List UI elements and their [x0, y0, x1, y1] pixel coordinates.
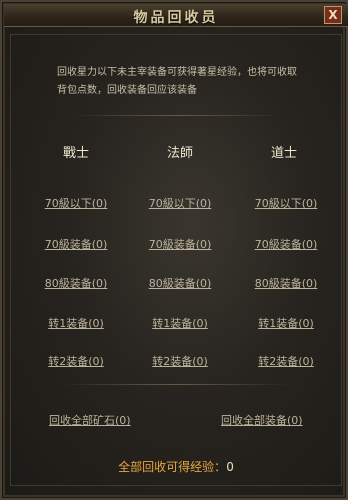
mage-level-80-link[interactable]: 80級装备(0)	[135, 275, 225, 291]
mage-rebirth-2-link[interactable]: 转2装备(0)	[135, 353, 225, 369]
window-title: 物品回收员	[133, 10, 219, 26]
mage-below-70-link[interactable]: 70級以下(0)	[135, 195, 225, 211]
warrior-level-70-link[interactable]: 70級装备(0)	[31, 236, 121, 252]
column-header-taoist: 道士	[270, 146, 297, 161]
mage-rebirth-1-link[interactable]: 转1装备(0)	[135, 315, 225, 331]
warrior-below-70-link[interactable]: 70級以下(0)	[31, 195, 121, 211]
column-header-mage: 法師	[166, 146, 193, 161]
title-bar: 物品回收员 X	[4, 4, 348, 27]
taoist-below-70-link[interactable]: 70級以下(0)	[241, 195, 331, 211]
recycle-all-ore-link[interactable]: 回收全部矿石(0)	[49, 412, 131, 428]
taoist-level-70-link[interactable]: 70級装备(0)	[241, 236, 331, 252]
recycle-all-equipment-link[interactable]: 回收全部装备(0)	[221, 412, 303, 428]
warrior-rebirth-2-link[interactable]: 转2装备(0)	[31, 353, 121, 369]
total-exp-line: 全部回收可得经验：0	[2, 458, 348, 475]
close-button[interactable]: X	[324, 6, 342, 24]
divider-bottom	[62, 384, 290, 385]
taoist-rebirth-2-link[interactable]: 转2装备(0)	[241, 353, 331, 369]
total-exp-label: 全部回收可得经验：	[118, 460, 227, 474]
total-exp-value: 0	[226, 460, 234, 474]
mage-level-70-link[interactable]: 70級装备(0)	[135, 236, 225, 252]
warrior-rebirth-1-link[interactable]: 转1装备(0)	[31, 315, 121, 331]
warrior-level-80-link[interactable]: 80級装备(0)	[31, 275, 121, 291]
recycle-panel: 物品回收员 X 回收星力以下未主宰装备可获得著星经验，也将可收取背包点数，回收装…	[0, 0, 348, 500]
description-text: 回收星力以下未主宰装备可获得著星经验，也将可收取背包点数，回收装备回应该装备	[57, 67, 297, 96]
divider-top	[72, 115, 282, 116]
taoist-rebirth-1-link[interactable]: 转1装备(0)	[241, 315, 331, 331]
taoist-level-80-link[interactable]: 80級装备(0)	[241, 275, 331, 291]
column-header-warrior: 戰士	[62, 146, 89, 161]
